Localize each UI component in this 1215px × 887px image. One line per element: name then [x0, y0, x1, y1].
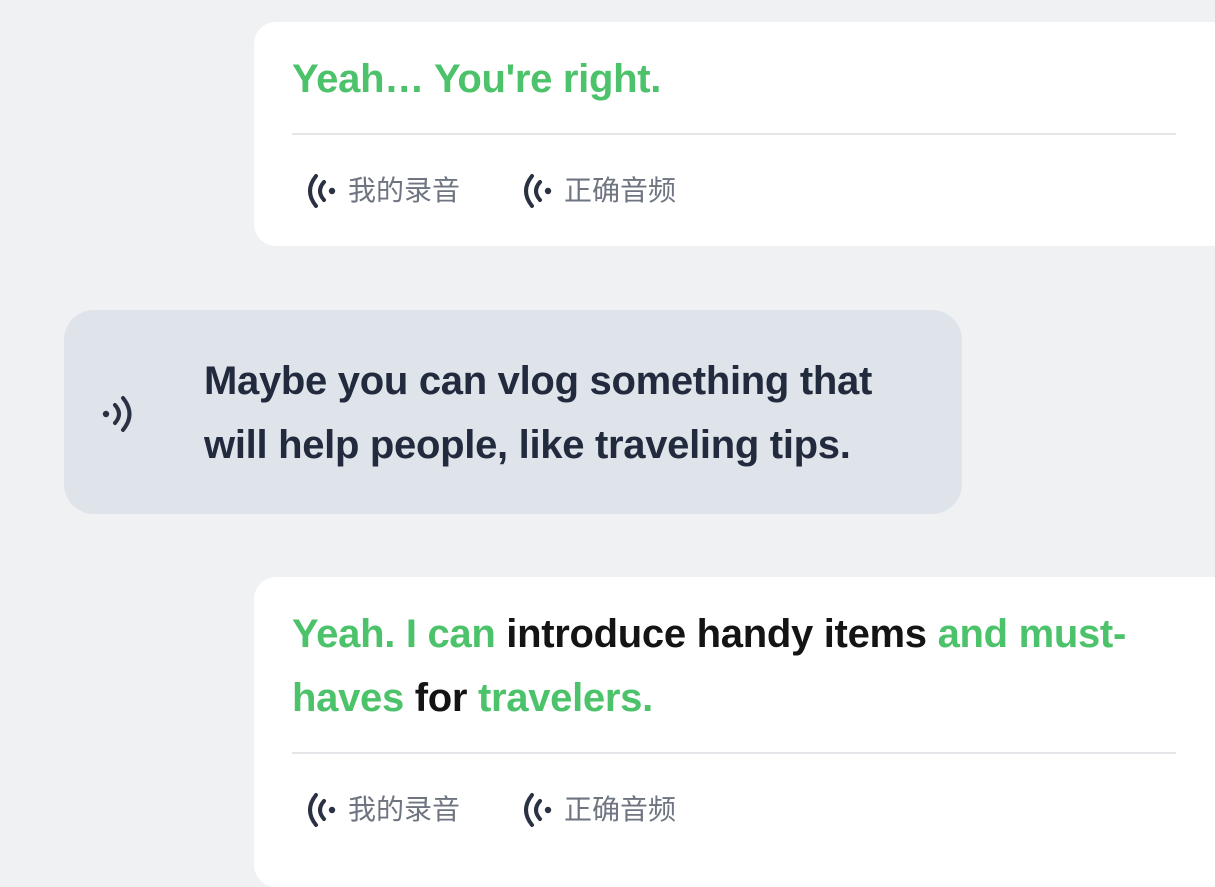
correct-audio-label: 正确音频 [564, 174, 677, 207]
word-segment-incorrect: introduce handy items [506, 612, 938, 656]
user-message-card: Yeah. I can introduce handy items and mu… [254, 577, 1215, 887]
speaker-icon[interactable] [98, 392, 142, 436]
word-segment-correct: Yeah. I can [292, 612, 507, 656]
correct-audio-button[interactable]: 正确音频 [518, 170, 676, 212]
sound-wave-icon [308, 793, 336, 827]
sound-wave-icon [524, 174, 552, 208]
partner-message-bubble: Maybe you can vlog something that will h… [64, 310, 962, 514]
word-segment-incorrect: for [414, 676, 478, 720]
user-message-text: Yeah… You're right. [292, 47, 1177, 111]
my-recording-label: 我的录音 [348, 793, 461, 826]
divider [292, 133, 1176, 135]
word-segment-correct: travelers. [477, 676, 653, 720]
my-recording-label: 我的录音 [348, 174, 461, 207]
user-message-card: Yeah… You're right. 我的录音 正确音频 [254, 22, 1215, 246]
correct-audio-label: 正确音频 [564, 793, 677, 826]
divider [292, 752, 1176, 754]
sound-wave-icon [524, 793, 552, 827]
audio-actions: 我的录音 正确音频 [302, 170, 734, 212]
partner-message-text: Maybe you can vlog something that will h… [204, 359, 872, 467]
user-message-text: Yeah. I can introduce handy items and mu… [292, 602, 1177, 730]
my-recording-button[interactable]: 我的录音 [302, 789, 460, 831]
audio-actions: 我的录音 正确音频 [302, 789, 734, 831]
sound-wave-icon [308, 174, 336, 208]
word-segment-correct: Yeah… You're right. [292, 57, 662, 101]
my-recording-button[interactable]: 我的录音 [302, 170, 460, 212]
correct-audio-button[interactable]: 正确音频 [518, 789, 676, 831]
